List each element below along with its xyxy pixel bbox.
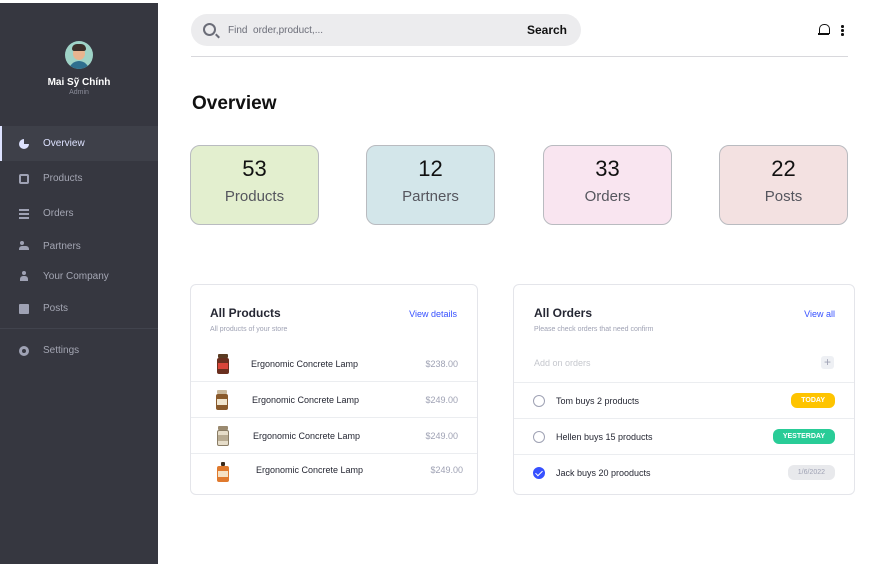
product-price: $249.00: [430, 465, 463, 475]
search-button[interactable]: Search: [527, 23, 567, 37]
product-name: Ergonomic Concrete Lamp: [256, 465, 364, 475]
product-name: Ergonomic Concrete Lamp: [252, 395, 360, 405]
product-row[interactable]: Ergonomic Concrete Lamp $249.00: [191, 382, 477, 418]
order-text: Hellen buys 15 products: [556, 432, 653, 442]
person-icon: [19, 271, 29, 281]
order-text: Tom buys 2 products: [556, 396, 640, 406]
users-icon: [19, 241, 29, 251]
stat-label: Partners: [402, 188, 459, 205]
sidebar-item-label: Products: [43, 173, 83, 184]
product-name: Ergonomic Concrete Lamp: [253, 431, 361, 441]
sidebar-item-label: Overview: [43, 138, 85, 149]
product-row[interactable]: Ergonomic Concrete Lamp $249.00: [191, 454, 477, 490]
add-order-input[interactable]: Add on orders: [534, 358, 591, 368]
stat-card-orders[interactable]: 33 Orders: [543, 145, 672, 225]
sidebar-item-settings[interactable]: Settings: [0, 333, 158, 368]
document-icon: [19, 303, 29, 314]
status-badge: TODAY: [791, 393, 835, 408]
more-vertical-icon[interactable]: [841, 25, 844, 36]
product-price: $238.00: [425, 359, 458, 369]
sidebar-item-label: Posts: [43, 303, 69, 314]
user-profile: Mai Sỹ Chính Admin: [0, 41, 158, 96]
view-all-link[interactable]: View all: [804, 309, 835, 319]
sidebar: Mai Sỹ Chính Admin Overview Products Ord…: [0, 3, 158, 564]
ticket-icon: [19, 173, 29, 184]
header-divider: [191, 56, 848, 57]
add-order-button[interactable]: +: [821, 356, 834, 369]
order-checkbox[interactable]: [533, 395, 545, 407]
stat-card-products[interactable]: 53 Products: [190, 145, 319, 225]
order-text: Jack buys 20 prooducts: [556, 468, 651, 478]
stat-card-posts[interactable]: 22 Posts: [719, 145, 848, 225]
profile-role: Admin: [69, 89, 89, 96]
bell-icon[interactable]: [818, 24, 830, 36]
sidebar-item-partners[interactable]: Partners: [0, 231, 158, 261]
order-checkbox[interactable]: [533, 431, 545, 443]
product-price: $249.00: [425, 395, 458, 405]
product-image: [217, 462, 229, 484]
product-row[interactable]: Ergonomic Concrete Lamp $249.00: [191, 418, 477, 454]
panel-title: All Products: [210, 306, 281, 320]
product-image: [217, 354, 229, 376]
order-row[interactable]: Hellen buys 15 products YESTERDAY: [514, 418, 854, 454]
page-title: Overview: [192, 93, 277, 114]
order-checkbox[interactable]: [533, 467, 545, 479]
sidebar-item-label: Orders: [43, 208, 74, 219]
app-root: Mai Sỹ Chính Admin Overview Products Ord…: [0, 0, 896, 564]
search-icon[interactable]: [203, 23, 216, 36]
avatar[interactable]: [65, 41, 93, 69]
product-image: [216, 390, 228, 412]
stat-label: Orders: [584, 188, 631, 205]
sidebar-item-label: Your Company: [43, 270, 109, 282]
status-badge: 1/6/2022: [787, 465, 835, 480]
sidebar-nav: Overview Products Orders Partners Your C…: [0, 126, 158, 368]
panel-title: All Orders: [534, 306, 593, 320]
product-price: $249.00: [425, 431, 458, 441]
stat-label: Posts: [764, 188, 803, 205]
sidebar-item-posts[interactable]: Posts: [0, 291, 158, 326]
sidebar-item-label: Partners: [43, 240, 81, 252]
panel-subtitle: All products of your store: [210, 326, 288, 333]
sidebar-item-overview[interactable]: Overview: [0, 126, 158, 161]
profile-name: Mai Sỹ Chính: [47, 77, 111, 88]
view-details-link[interactable]: View details: [409, 309, 457, 319]
stat-card-partners[interactable]: 12 Partners: [366, 145, 495, 225]
search-bar: Search: [191, 14, 581, 46]
product-name: Ergonomic Concrete Lamp: [251, 359, 359, 369]
sidebar-item-label: Settings: [43, 345, 80, 356]
pie-chart-icon: [19, 138, 29, 149]
order-row[interactable]: Tom buys 2 products TODAY: [514, 382, 854, 418]
sidebar-item-your-company[interactable]: Your Company: [0, 261, 158, 291]
status-badge: YESTERDAY: [772, 429, 835, 444]
gear-icon: [19, 345, 29, 356]
product-image: [217, 426, 229, 448]
search-input[interactable]: [228, 22, 498, 38]
stat-value: 53: [242, 156, 267, 181]
product-row[interactable]: Ergonomic Concrete Lamp $238.00: [191, 346, 477, 382]
order-row[interactable]: Jack buys 20 prooducts 1/6/2022: [514, 454, 854, 490]
stat-label: Products: [224, 188, 285, 205]
sidebar-item-products[interactable]: Products: [0, 161, 158, 196]
sidebar-divider: [0, 328, 158, 329]
stat-value: 33: [595, 156, 620, 181]
stat-value: 12: [418, 156, 443, 181]
panel-subtitle: Please check orders that need confirm: [534, 326, 654, 333]
stat-value: 22: [771, 156, 796, 181]
orders-panel: All Orders Please check orders that need…: [513, 284, 855, 495]
list-icon: [19, 208, 29, 219]
sidebar-item-orders[interactable]: Orders: [0, 196, 158, 231]
products-panel: All Products All products of your store …: [190, 284, 478, 495]
